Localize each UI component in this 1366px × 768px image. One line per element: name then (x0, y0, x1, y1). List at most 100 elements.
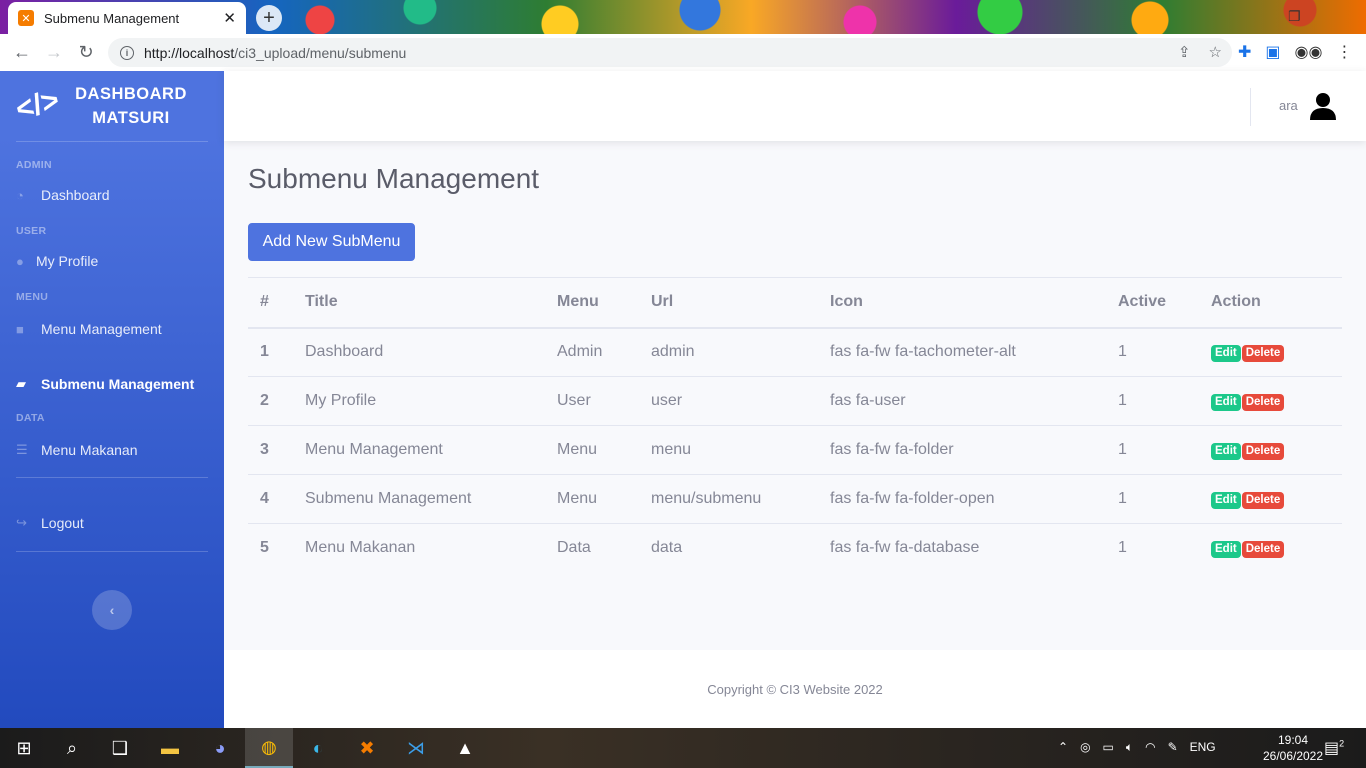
address-bar[interactable]: i http://localhost/ci3_upload/menu/subme… (108, 38, 1232, 67)
cell-num: 3 (248, 425, 293, 475)
clock[interactable]: 19:04 26/06/2022 (1262, 732, 1324, 764)
cell-action: Edit Delete (1199, 523, 1342, 573)
edit-button[interactable]: Edit (1211, 540, 1241, 558)
pen-icon[interactable]: ✎ (1168, 740, 1178, 755)
sidebar-item-submenu-management[interactable]: ▰ Submenu Management (0, 376, 224, 392)
edit-button[interactable]: Edit (1211, 344, 1241, 362)
add-new-submenu-button[interactable]: Add New SubMenu (248, 223, 415, 261)
sidebar-toggle-button[interactable]: ‹ (92, 590, 132, 630)
cell-menu: Data (545, 523, 639, 573)
wifi-icon[interactable]: ◠ (1145, 740, 1155, 755)
table-header-row: # Title Menu Url Icon Active Action (248, 277, 1342, 329)
table-row: 4 Submenu Management Menu menu/submenu f… (248, 474, 1342, 524)
delete-button[interactable]: Delete (1241, 540, 1285, 558)
edit-button[interactable]: Edit (1211, 491, 1241, 509)
sidebar-item-menu-makanan[interactable]: ☰ Menu Makanan (0, 442, 224, 458)
edge-icon[interactable]: ◐ (294, 728, 342, 768)
tray-app-icon[interactable]: ◎ (1080, 740, 1090, 755)
cell-menu: Menu (545, 474, 639, 524)
sidebar-item-logout[interactable]: ↪ Logout (0, 515, 224, 531)
chevron-up-icon[interactable]: ⌃ (1058, 740, 1068, 755)
discord-icon[interactable]: ◕ (196, 728, 244, 768)
copyright-text: Copyright © CI3 Website 2022 (707, 681, 883, 697)
cell-menu: Menu (545, 425, 639, 475)
windows-start-icon[interactable]: ⊞ (0, 728, 48, 768)
chevron-left-icon: ‹ (109, 602, 115, 618)
col-header-icon: Icon (818, 277, 1106, 329)
chrome-icon[interactable]: ◍ (245, 728, 293, 768)
share-icon[interactable]: ⇪ (1178, 43, 1191, 61)
new-tab-button[interactable]: + (256, 5, 282, 31)
clock-time: 19:04 (1277, 733, 1309, 747)
cell-action: Edit Delete (1199, 425, 1342, 475)
file-explorer-icon[interactable]: ▬ (146, 728, 194, 768)
cell-active: 1 (1106, 376, 1199, 426)
user-avatar-icon[interactable] (1308, 91, 1338, 121)
close-tab-icon[interactable]: ✕ (223, 9, 236, 27)
sidebar-item-my-profile[interactable]: ● My Profile (0, 253, 224, 269)
cell-title: Submenu Management (293, 474, 545, 524)
browser-menu-icon[interactable]: ⋮ (1336, 42, 1352, 62)
cell-title: Menu Makanan (293, 523, 545, 573)
vscode-icon[interactable]: ⋊ (392, 728, 440, 768)
table-row: 5 Menu Makanan Data data fas fa-fw fa-da… (248, 523, 1342, 573)
taskbar: ⊞ ⌕ ❑ ▬ ◕ ◍ ◐ ✖ ⋊ ▲ ⌃ ◎ ▭ 🔈︎ ◠ ✎ ENG 19:… (0, 728, 1366, 768)
sidebar-divider (16, 551, 208, 552)
sidebar-heading-menu: MENU (16, 291, 49, 303)
photos-icon[interactable]: ▲ (441, 728, 489, 768)
sidebar-item-dashboard[interactable]: ◔ Dashboard (0, 187, 224, 203)
table-row: 2 My Profile User user fas fa-user 1 Edi… (248, 376, 1342, 426)
sidebar-item-menu-management[interactable]: ■ Menu Management (0, 321, 224, 337)
cell-action: Edit Delete (1199, 376, 1342, 426)
brand-title-line1: DASHBOARD (75, 85, 187, 103)
col-header-url: Url (639, 277, 818, 329)
submenu-table: # Title Menu Url Icon Active Action 1 Da… (248, 277, 1342, 573)
brand-title-line2: MATSURI (92, 109, 170, 127)
search-icon[interactable]: ⌕ (48, 728, 96, 768)
profile-eyes-icon[interactable]: ◉◉ (1295, 42, 1323, 62)
extensions-puzzle-icon[interactable]: ✚ (1238, 42, 1251, 62)
cell-url: admin (639, 327, 818, 377)
folder-icon: ■ (16, 321, 24, 337)
delete-button[interactable]: Delete (1241, 393, 1285, 411)
cell-action: Edit Delete (1199, 327, 1342, 377)
cell-icon: fas fa-fw fa-folder-open (818, 474, 1106, 524)
xampp-icon[interactable]: ✖ (343, 728, 391, 768)
forward-icon[interactable]: → (38, 42, 70, 63)
cell-active: 1 (1106, 474, 1199, 524)
restore-window-icon[interactable]: ❐ (1288, 8, 1301, 25)
bookmark-star-icon[interactable]: ☆ (1209, 43, 1222, 61)
battery-icon[interactable]: ▭ (1103, 740, 1114, 755)
cell-url: data (639, 523, 818, 573)
cell-active: 1 (1106, 327, 1199, 377)
volume-icon[interactable]: 🔈︎ (1126, 740, 1133, 755)
notification-center-icon[interactable]: ▤2 (1324, 738, 1344, 758)
side-panel-icon[interactable]: ▣ (1265, 42, 1280, 62)
user-icon: ● (16, 253, 24, 269)
col-header-num: # (248, 277, 293, 329)
cell-action: Edit Delete (1199, 474, 1342, 524)
sidebar-brand[interactable]: </> DASHBOARD MATSURI (0, 71, 224, 141)
language-indicator[interactable]: ENG (1190, 740, 1216, 755)
edit-button[interactable]: Edit (1211, 393, 1241, 411)
table-row: 3 Menu Management Menu menu fas fa-fw fa… (248, 425, 1342, 475)
browser-tab[interactable]: ✕ Submenu Management ✕ (8, 2, 246, 34)
delete-button[interactable]: Delete (1241, 344, 1285, 362)
edit-button[interactable]: Edit (1211, 442, 1241, 460)
topbar: ara (224, 71, 1366, 141)
footer: Copyright © CI3 Website 2022 (224, 650, 1366, 728)
cell-url: menu (639, 425, 818, 475)
extension-icons: ✚ ▣ ◉◉ ⋮ (1238, 42, 1352, 62)
username[interactable]: ara (1279, 98, 1298, 113)
tachometer-icon: ◔ (16, 187, 24, 203)
back-icon[interactable]: ← (6, 42, 38, 63)
delete-button[interactable]: Delete (1241, 442, 1285, 460)
delete-button[interactable]: Delete (1241, 491, 1285, 509)
task-view-icon[interactable]: ❑ (96, 728, 144, 768)
site-info-icon[interactable]: i (120, 45, 134, 60)
tab-title: Submenu Management (44, 10, 180, 26)
sidebar-divider (16, 141, 208, 142)
clock-date: 26/06/2022 (1262, 749, 1324, 763)
reload-icon[interactable]: ↻ (70, 42, 102, 63)
cell-active: 1 (1106, 523, 1199, 573)
